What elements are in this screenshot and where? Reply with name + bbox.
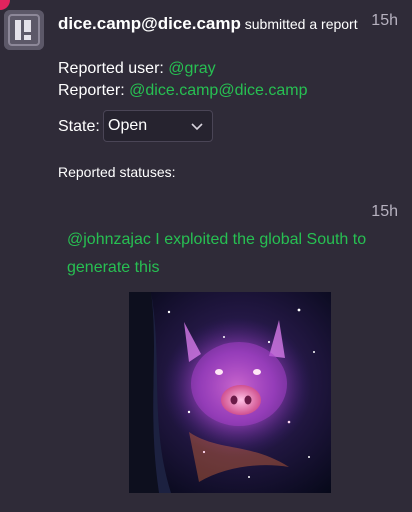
reported-statuses-heading: Reported statuses: [58, 164, 176, 180]
state-select[interactable]: Open [103, 110, 213, 142]
reported-user-label: Reported user: [58, 60, 164, 77]
notification-action: submitted a report [244, 16, 358, 32]
state-select-value: Open [108, 117, 148, 134]
notification-header: dice.camp@dice.camp submitted a report [58, 12, 368, 36]
account-name[interactable]: dice.camp@dice.camp [58, 14, 241, 33]
reporter-label: Reporter: [58, 82, 125, 99]
reported-user-row: Reported user: @gray [58, 58, 216, 80]
reporter-row: Reporter: @dice.camp@dice.camp [58, 80, 307, 102]
chevron-down-icon [191, 123, 203, 131]
status-media[interactable] [129, 292, 331, 493]
status-mention[interactable]: @johnzajac [67, 231, 151, 248]
cosmic-pig-image [129, 292, 331, 493]
notification-timestamp[interactable]: 15h [371, 12, 398, 30]
status-content: @johnzajac I exploited the global South … [67, 226, 397, 282]
reporter-link[interactable]: @dice.camp@dice.camp [129, 82, 307, 99]
state-label: State: [58, 118, 100, 135]
reported-user-link[interactable]: @gray [168, 60, 215, 77]
notification-report: dice.camp@dice.camp submitted a report 1… [0, 0, 412, 512]
avatar[interactable] [4, 10, 44, 50]
corner-indicator [0, 0, 10, 10]
status-timestamp[interactable]: 15h [371, 203, 398, 221]
dice-camp-logo-icon [4, 10, 44, 50]
